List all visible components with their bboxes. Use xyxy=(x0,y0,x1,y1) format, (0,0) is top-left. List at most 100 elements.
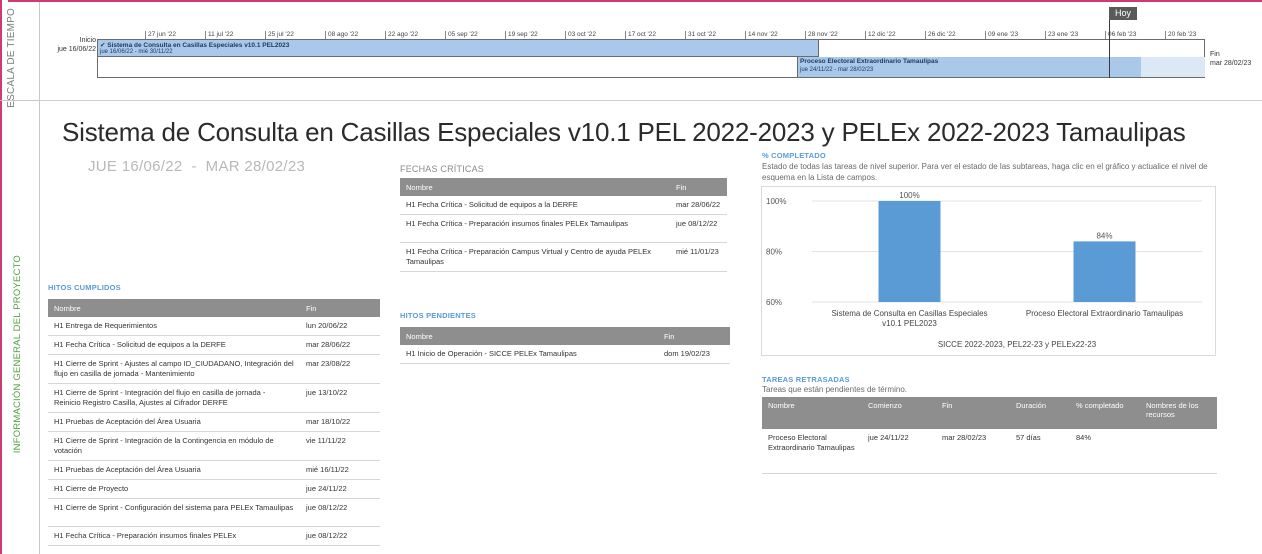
chart-category-label: Proceso Electoral Extraordinario Tamauli… xyxy=(1026,309,1183,318)
table-row[interactable]: H1 Cierre de Sprint - Integración del fl… xyxy=(48,383,380,413)
date-separator: - xyxy=(191,158,197,175)
timeline-bar-main-dates: jue 16/06/22 - mié 30/11/22 xyxy=(100,49,173,55)
critical-dates-table[interactable]: Nombre Fin H1 Fecha Crítica - Solicitud … xyxy=(400,178,727,272)
cell-percent: 84% xyxy=(1070,429,1140,474)
today-marker-line xyxy=(1109,18,1110,78)
cell-end-date: mié 11/01/23 xyxy=(670,242,727,272)
col-header-duration[interactable]: Duración xyxy=(1010,397,1070,429)
cell-end-date: mar 28/06/22 xyxy=(300,335,380,355)
project-start-date: JUE 16/06/22 xyxy=(88,158,183,175)
milestones-pending-table[interactable]: Nombre Fin H1 Inicio de Operación - SICC… xyxy=(400,327,730,364)
timeline-tick: 11 jul '22 xyxy=(205,31,233,39)
timeline-end: Fin mar 28/02/23 xyxy=(1210,50,1251,68)
timeline-tick: 27 jun '22 xyxy=(145,31,176,39)
col-header-end[interactable]: Fin xyxy=(936,397,1010,429)
timeline-tick: 05 sep '22 xyxy=(445,31,478,39)
timescale-label: ESCALA DE TIEMPO xyxy=(6,8,17,108)
timeline-bar-main-name: ✔ Sistema de Consulta en Casillas Especi… xyxy=(100,42,290,49)
table-row[interactable]: H1 Pruebas de Aceptación del Área Usuari… xyxy=(48,460,380,480)
table-row[interactable]: H1 Fecha Crítica - Solicitud de equipos … xyxy=(400,196,727,215)
table-row[interactable]: H1 Fecha Crítica - Preparación insumos f… xyxy=(400,214,727,243)
timeline-bar-pelex[interactable]: Proceso Electoral Extraordinario Tamauli… xyxy=(797,57,1141,77)
table-row[interactable]: Proceso Electoral Extraordinario Tamauli… xyxy=(762,429,1217,474)
table-row[interactable]: H1 Cierre de Sprint - Integración de la … xyxy=(48,431,380,461)
col-header-end[interactable]: Fin xyxy=(658,327,730,345)
col-header-name[interactable]: Nombre xyxy=(400,327,658,345)
col-header-name[interactable]: Nombre xyxy=(48,299,300,317)
chart-data-label: 84% xyxy=(1096,231,1112,240)
cell-duration: 57 días xyxy=(1010,429,1070,474)
table-row[interactable]: H1 Entrega de Requerimientos lun 20/06/22 xyxy=(48,317,380,336)
col-header-percent[interactable]: % completado xyxy=(1070,397,1140,429)
cell-end-date: mar 18/10/22 xyxy=(300,412,380,432)
timeline-bar-pelex-dates: jue 24/11/22 - mar 28/02/23 xyxy=(800,67,874,73)
chart-y-tick-label: 100% xyxy=(766,197,786,206)
chart-category-label: Sistema de Consulta en Casillas Especial… xyxy=(831,309,987,328)
strip-divider xyxy=(0,100,40,101)
table-row[interactable]: H1 Cierre de Sprint - Configuración del … xyxy=(48,498,380,527)
timeline-tick: 17 oct '22 xyxy=(625,31,656,39)
cell-end-date: jue 13/10/22 xyxy=(300,383,380,413)
cell-name: H1 Cierre de Sprint - Integración del fl… xyxy=(48,383,300,413)
table-row[interactable]: H1 Fecha Crítica - Solicitud de equipos … xyxy=(48,335,380,355)
col-header-end[interactable]: Fin xyxy=(670,178,727,196)
timeline-tick: 14 nov '22 xyxy=(745,31,778,39)
cell-name: H1 Inicio de Operación - SICCE PELEx Tam… xyxy=(400,345,658,364)
overview-label: INFORMACIÓN GENERAL DEL PROYECTO xyxy=(12,255,23,454)
late-tasks-table[interactable]: Nombre Comienzo Fin Duración% completado Nom… xyxy=(762,397,1217,474)
cell-end-date: jue 24/11/22 xyxy=(300,479,380,499)
timeline-end-date: mar 28/02/23 xyxy=(1210,60,1252,67)
timeline-tick: 31 oct '22 xyxy=(685,31,716,39)
cell-start-date: jue 24/11/22 xyxy=(862,429,936,474)
chart-x-axis-label: SICCE 2022-2023, PEL22-23 y PELEx22-23 xyxy=(938,340,1097,349)
timeline-tick: 23 ene '23 xyxy=(1045,31,1078,39)
timeline-tick: 25 jul '22 xyxy=(265,31,294,39)
cell-name: H1 Fecha Crítica - Solicitud de equipos … xyxy=(48,335,300,355)
cell-end-date: lun 20/06/22 xyxy=(300,317,380,336)
project-title: Sistema de Consulta en Casillas Especial… xyxy=(62,117,1186,147)
table-row[interactable]: H1 Cierre de Proyecto jue 24/11/22 xyxy=(48,479,380,499)
cell-name: H1 Fecha Crítica - Preparación Campus Vi… xyxy=(400,242,670,272)
timeline-divider xyxy=(40,100,1262,101)
timeline-bar-main[interactable]: ✔ Sistema de Consulta en Casillas Especi… xyxy=(97,39,819,57)
chart-bar xyxy=(878,201,941,302)
col-header-end[interactable]: Fin xyxy=(300,299,380,317)
table-row[interactable]: H1 Pruebas de Aceptación del Área Usuari… xyxy=(48,412,380,432)
chart-y-tick-label: 80% xyxy=(766,248,782,257)
table-row[interactable]: H1 Inicio de Operación - SICCE PELEx Tam… xyxy=(400,345,730,364)
cell-end-date: mar 23/08/22 xyxy=(300,354,380,384)
cell-name: Proceso Electoral Extraordinario Tamauli… xyxy=(762,429,862,474)
cell-end-date: vie 11/11/22 xyxy=(300,431,380,461)
milestones-pending-title: HITOS PENDIENTES xyxy=(400,311,476,320)
chart-data-label: 100% xyxy=(899,191,919,200)
percent-complete-chart[interactable]: 100% 80% 60% 100% Sistema de Consulta en Cas… xyxy=(761,186,1216,356)
timeline-start-date: jue 16/06/22 xyxy=(57,46,96,53)
timeline-bar-remaining xyxy=(1141,57,1205,77)
cell-resources xyxy=(1140,429,1217,474)
timeline-tick: 08 ago '22 xyxy=(325,31,358,39)
timeline-tick: 26 dic '22 xyxy=(925,31,956,39)
timeline-tick: 20 feb '23 xyxy=(1165,31,1196,39)
percent-complete-title: % COMPLETADO xyxy=(762,151,826,160)
timeline-start-label: Inicio xyxy=(79,37,96,44)
cell-end-date: jue 08/12/22 xyxy=(670,214,727,243)
timeline-tick: 12 dic '22 xyxy=(865,31,896,39)
table-row[interactable]: H1 Cierre de Sprint - Ajustes al campo I… xyxy=(48,354,380,384)
late-tasks-title: TAREAS RETRASADAS xyxy=(762,375,850,384)
col-header-name[interactable]: Nombre xyxy=(762,397,862,429)
cell-name: H1 Pruebas de Aceptación del Área Usuari… xyxy=(48,460,300,480)
col-header-resources[interactable]: Nombres de los recursos xyxy=(1140,397,1217,429)
timeline-tick: 19 sep '22 xyxy=(505,31,538,39)
timeline[interactable]: 27 jun '22 11 jul '22 25 jul '22 08 ago '22… xyxy=(40,4,1262,98)
cell-name: H1 Pruebas de Aceptación del Área Usuari… xyxy=(48,412,300,432)
table-row[interactable]: H1 Fecha Crítica - Preparación insumos f… xyxy=(48,526,380,546)
table-row[interactable]: H1 Fecha Crítica - Preparación Campus Vi… xyxy=(400,242,727,272)
milestones-done-table[interactable]: Nombre Fin H1 Entrega de Requerimientos l… xyxy=(48,299,380,546)
chart-y-tick-label: 60% xyxy=(766,298,782,307)
timeline-bar-pelex-name: Proceso Electoral Extraordinario Tamauli… xyxy=(800,58,939,65)
col-header-name[interactable]: Nombre xyxy=(400,178,670,196)
today-marker: Hoy xyxy=(1109,7,1137,20)
chart-bar xyxy=(1073,241,1136,302)
timeline-start: Inicio jue 16/06/22 xyxy=(46,36,96,54)
col-header-start[interactable]: Comienzo xyxy=(862,397,936,429)
